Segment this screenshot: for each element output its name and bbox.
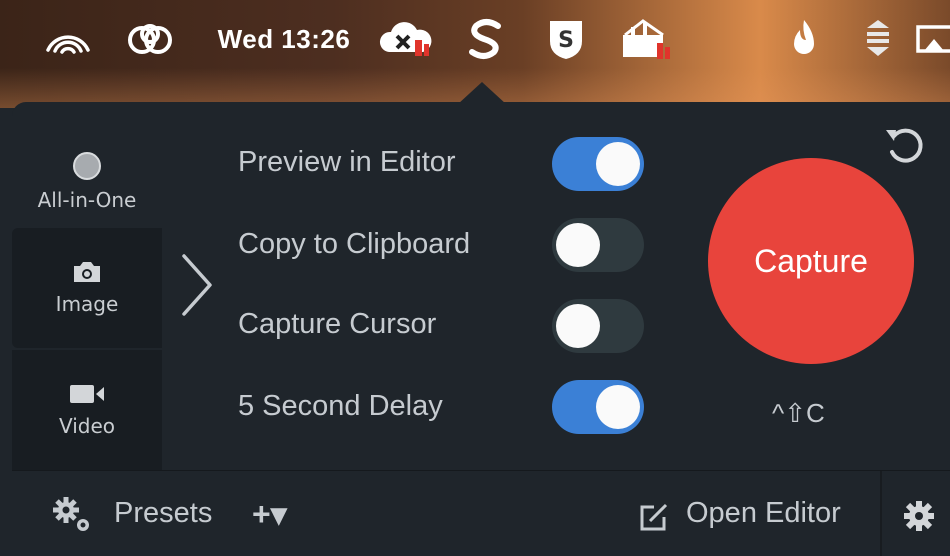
capture-mode-list: All-in-One Image Video [12, 102, 162, 470]
menubar-clock[interactable]: Wed 13:26 [214, 14, 354, 64]
add-preset-button[interactable]: +▾ [252, 495, 287, 533]
toggle-5-second-delay[interactable] [552, 380, 644, 434]
creative-cloud-icon[interactable] [122, 14, 180, 64]
toggle-capture-cursor[interactable] [552, 299, 644, 353]
video-camera-icon [70, 385, 104, 403]
toggle-copy-to-clipboard[interactable] [552, 218, 644, 272]
edit-icon[interactable] [638, 503, 670, 537]
reset-icon[interactable] [880, 120, 930, 174]
wifi-icon[interactable] [40, 14, 96, 64]
cloud-alert-icon[interactable] [376, 14, 434, 64]
mode-image[interactable]: Image [12, 228, 162, 348]
bottom-separator [880, 471, 882, 556]
capture-shortcut: ^⇧C [772, 398, 825, 428]
toggle-knob [596, 142, 640, 186]
capture-button[interactable]: Capture [708, 158, 914, 364]
bottom-bar: Presets +▾ Open Editor [12, 470, 950, 556]
option-capture-cursor-label: Capture Cursor [238, 308, 437, 340]
option-preview-in-editor-label: Preview in Editor [238, 146, 456, 178]
settings-gear-icon[interactable] [902, 499, 936, 537]
mode-label: Video [58, 414, 116, 438]
mode-all-in-one[interactable]: All-in-One [12, 122, 162, 226]
mode-video[interactable]: Video [12, 350, 162, 470]
screen-mirror-icon[interactable] [914, 14, 950, 64]
svg-text:S: S [558, 28, 574, 53]
presets-gear-icon[interactable] [50, 495, 94, 539]
snagit-s-icon[interactable] [460, 14, 512, 64]
toggle-preview-in-editor[interactable] [552, 137, 644, 191]
toolbox-icon[interactable] [616, 14, 674, 64]
mode-label: All-in-One [37, 188, 137, 212]
mode-label: Image [55, 292, 119, 316]
shield-s-icon[interactable]: S [540, 14, 592, 64]
option-copy-to-clipboard-label: Copy to Clipboard [238, 228, 471, 260]
toggle-knob [596, 385, 640, 429]
open-editor-button[interactable]: Open Editor [686, 497, 841, 530]
toggle-knob [556, 304, 600, 348]
stack-icon[interactable] [856, 14, 900, 64]
camera-icon [74, 262, 100, 282]
toggle-knob [556, 223, 600, 267]
option-5-second-delay-label: 5 Second Delay [238, 390, 443, 422]
flame-icon[interactable] [782, 14, 826, 64]
record-dot-icon [73, 152, 101, 180]
presets-button[interactable]: Presets [114, 497, 212, 530]
chevron-right-icon[interactable] [180, 252, 214, 322]
popover-notch [458, 82, 506, 104]
